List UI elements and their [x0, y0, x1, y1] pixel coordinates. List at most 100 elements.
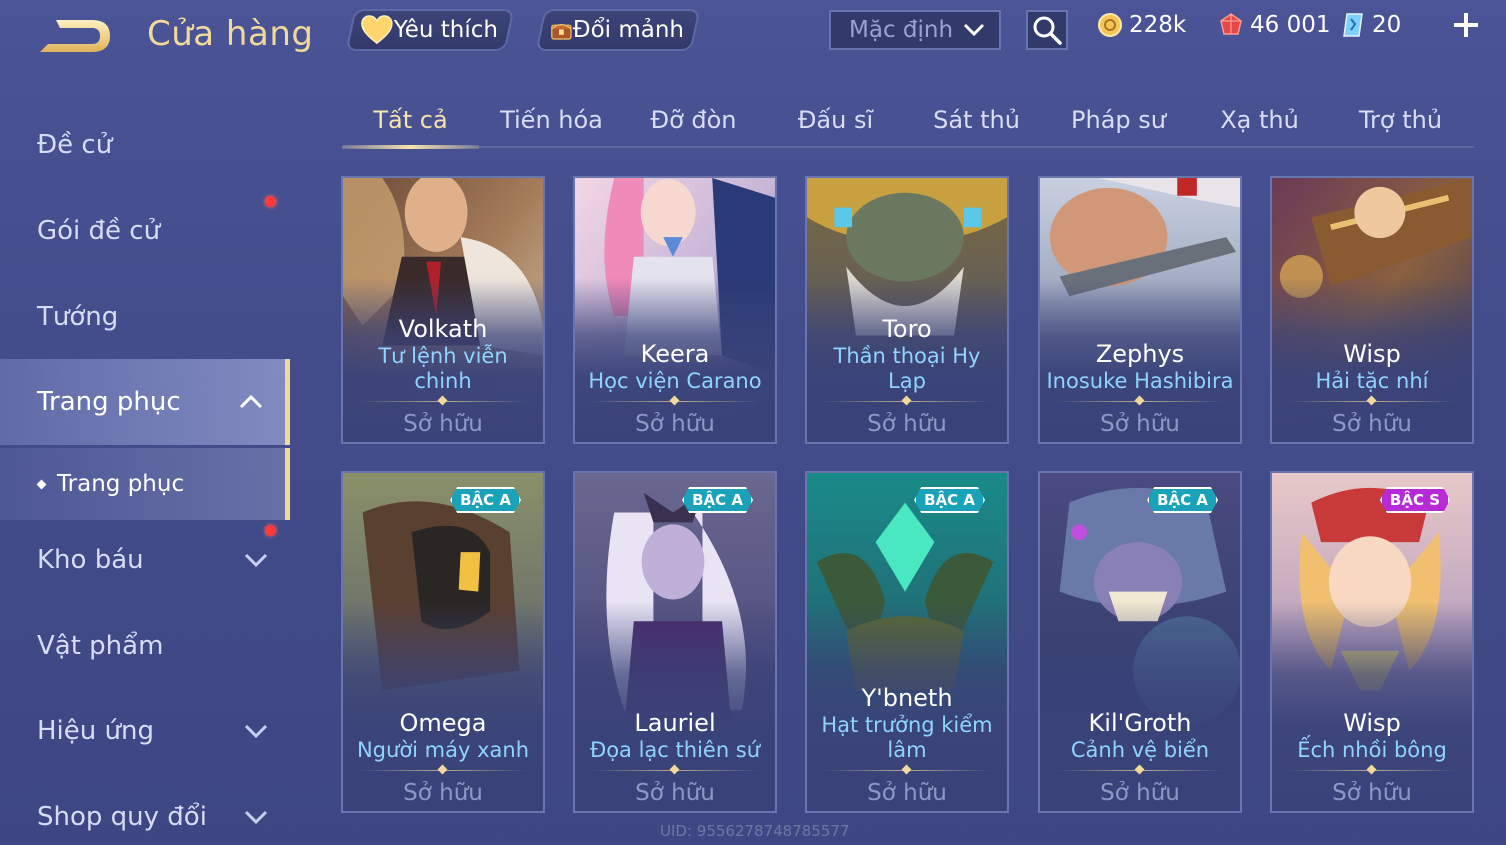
skin-name: Inosuke Hashibira [1046, 369, 1234, 393]
tab-marksman[interactable]: Xạ thủ [1191, 98, 1328, 146]
tab-evolution[interactable]: Tiến hóa [483, 98, 620, 146]
voucher-amount: 46 001 [1250, 12, 1331, 38]
back-button[interactable] [36, 14, 116, 58]
user-id-watermark: UID: 9556278748785577 [660, 822, 850, 840]
sidebar-item-label: Trang phục [37, 387, 181, 417]
skin-name: Tư lệnh viễn chinh [378, 344, 508, 393]
gold-amount: 228k [1129, 12, 1187, 38]
skin-card[interactable]: Zephys Inosuke Hashibira Sở hữu [1038, 176, 1242, 444]
chevron-down-icon [963, 23, 985, 37]
skin-card[interactable]: BẬC A Lauriel Đọa lạc thiên sứ Sở hữu [573, 471, 777, 813]
sidebar: Đề cử Gói đề cử Tướng Trang phục Trang p… [0, 100, 290, 845]
skin-card[interactable]: Keera Học viện Carano Sở hữu [573, 176, 777, 444]
card-info: Volkath Tư lệnh viễn chinh Sở hữu [343, 314, 543, 442]
hero-name: Y'bneth [861, 684, 953, 712]
skin-card[interactable]: BẬC S Wisp Ếch nhồi bông Sở hữu [1270, 471, 1474, 813]
skin-name: Ếch nhồi bông [1297, 738, 1447, 762]
tab-assassin[interactable]: Sát thủ [908, 98, 1045, 146]
hero-name: Zephys [1095, 340, 1185, 368]
hero-name: Toro [882, 315, 932, 343]
sidebar-item-recommended[interactable]: Đề cử [0, 102, 290, 188]
skin-card[interactable]: BẬC A Kil'Groth Cảnh vệ biển Sở hữu [1038, 471, 1242, 813]
sidebar-item-effects[interactable]: Hiệu ứng [0, 688, 290, 774]
tab-support[interactable]: Trợ thủ [1332, 98, 1469, 146]
tab-mage[interactable]: Pháp sư [1050, 98, 1187, 146]
owned-status: Sở hữu [1332, 780, 1412, 806]
skin-name: Hạt trưởng kiểm lâm [821, 713, 993, 762]
card-divider [1288, 765, 1456, 775]
skin-name: Hải tặc nhí [1315, 369, 1429, 393]
chevron-down-icon [244, 810, 268, 825]
card-info: Toro Thần thoại Hy Lạp Sở hữu [807, 314, 1007, 442]
sort-value: Mặc định [849, 17, 954, 43]
heart-icon [361, 15, 393, 45]
hero-name: Keera [640, 340, 710, 368]
favorites-label: Yêu thích [393, 17, 498, 43]
hero-name: Volkath [398, 315, 488, 343]
card-divider [591, 765, 759, 775]
back-arrow-icon [40, 20, 110, 52]
favorites-button[interactable]: Yêu thích [345, 9, 515, 51]
search-button[interactable] [1026, 10, 1068, 50]
skin-name: Người máy xanh [356, 738, 530, 762]
card-info: Wisp Hải tặc nhí Sở hữu [1272, 339, 1472, 442]
tier-badge: BẬC A [1147, 487, 1218, 513]
sidebar-item-recommended-packs[interactable]: Gói đề cử [0, 188, 290, 274]
card-divider [1056, 396, 1224, 406]
card-info: Lauriel Đọa lạc thiên sứ Sở hữu [575, 708, 775, 811]
hero-name: Lauriel [634, 709, 716, 737]
search-icon [1033, 16, 1062, 45]
sort-dropdown[interactable]: Mặc định [829, 10, 1001, 50]
chevron-down-icon [244, 553, 268, 568]
card-divider [359, 765, 527, 775]
sidebar-item-label: Shop quy đổi [37, 802, 207, 832]
owned-status: Sở hữu [1332, 411, 1412, 437]
skin-card[interactable]: Toro Thần thoại Hy Lạp Sở hữu [805, 176, 1009, 444]
skin-card[interactable]: BẬC A Y'bneth Hạt trưởng kiểm lâm Sở hữu [805, 471, 1009, 813]
exchange-label: Đổi mảnh [572, 17, 684, 43]
sidebar-item-label: Hiệu ứng [37, 716, 154, 746]
voucher-balance: 46 001 [1218, 12, 1330, 38]
card-info: Y'bneth Hạt trưởng kiểm lâm Sở hữu [807, 683, 1007, 811]
card-divider [1056, 765, 1224, 775]
category-tabs: Tất cả Tiến hóa Đỡ đòn Đấu sĩ Sát thủ Ph… [342, 98, 1474, 149]
sidebar-subitem-skins[interactable]: Trang phục [0, 448, 290, 520]
skin-name: Học viện Carano [588, 369, 762, 393]
tier-badge: BẬC S [1379, 487, 1450, 513]
exchange-fragments-button[interactable]: Đổi mảnh [535, 9, 701, 51]
notification-dot [265, 196, 276, 207]
owned-status: Sở hữu [635, 780, 715, 806]
chevron-up-icon [239, 394, 263, 409]
tab-fighter[interactable]: Đấu sĩ [767, 98, 904, 146]
bullet-icon [36, 479, 47, 489]
owned-status: Sở hữu [867, 411, 947, 437]
owned-status: Sở hữu [1100, 780, 1180, 806]
card-info: Omega Người máy xanh Sở hữu [343, 708, 543, 811]
tab-all[interactable]: Tất cả [342, 98, 479, 149]
chevron-down-icon [244, 724, 268, 739]
skin-card[interactable]: BẬC A Omega Người máy xanh Sở hữu [341, 471, 545, 813]
sidebar-item-label: Tướng [37, 302, 119, 332]
sidebar-item-treasure[interactable]: Kho báu [0, 517, 290, 603]
sidebar-item-label: Vật phẩm [37, 631, 164, 661]
skin-card[interactable]: Volkath Tư lệnh viễn chinh Sở hữu [341, 176, 545, 444]
red-crystal-icon [1220, 13, 1242, 35]
add-currency-button[interactable] [1452, 10, 1480, 46]
skin-card[interactable]: Wisp Hải tặc nhí Sở hữu [1270, 176, 1474, 444]
tab-tank[interactable]: Đỡ đòn [625, 98, 762, 146]
card-divider [823, 765, 991, 775]
page-title: Cửa hàng [147, 14, 314, 54]
top-bar: Cửa hàng Yêu thích Đổi mảnh Mặc định 228… [0, 0, 1506, 70]
gem-amount: 20 [1372, 12, 1402, 38]
sidebar-item-skins[interactable]: Trang phục [0, 359, 290, 445]
tier-badge: BẬC A [914, 487, 985, 513]
plus-icon [1454, 13, 1478, 37]
sidebar-item-exchange-shop[interactable]: Shop quy đổi [0, 774, 290, 845]
tier-badge: BẬC A [450, 487, 521, 513]
hero-name: Omega [399, 709, 487, 737]
blue-gem-icon [1343, 13, 1363, 37]
card-divider [1288, 396, 1456, 406]
hero-name: Wisp [1343, 709, 1401, 737]
sidebar-item-items[interactable]: Vật phẩm [0, 603, 290, 689]
sidebar-item-heroes[interactable]: Tướng [0, 274, 290, 360]
